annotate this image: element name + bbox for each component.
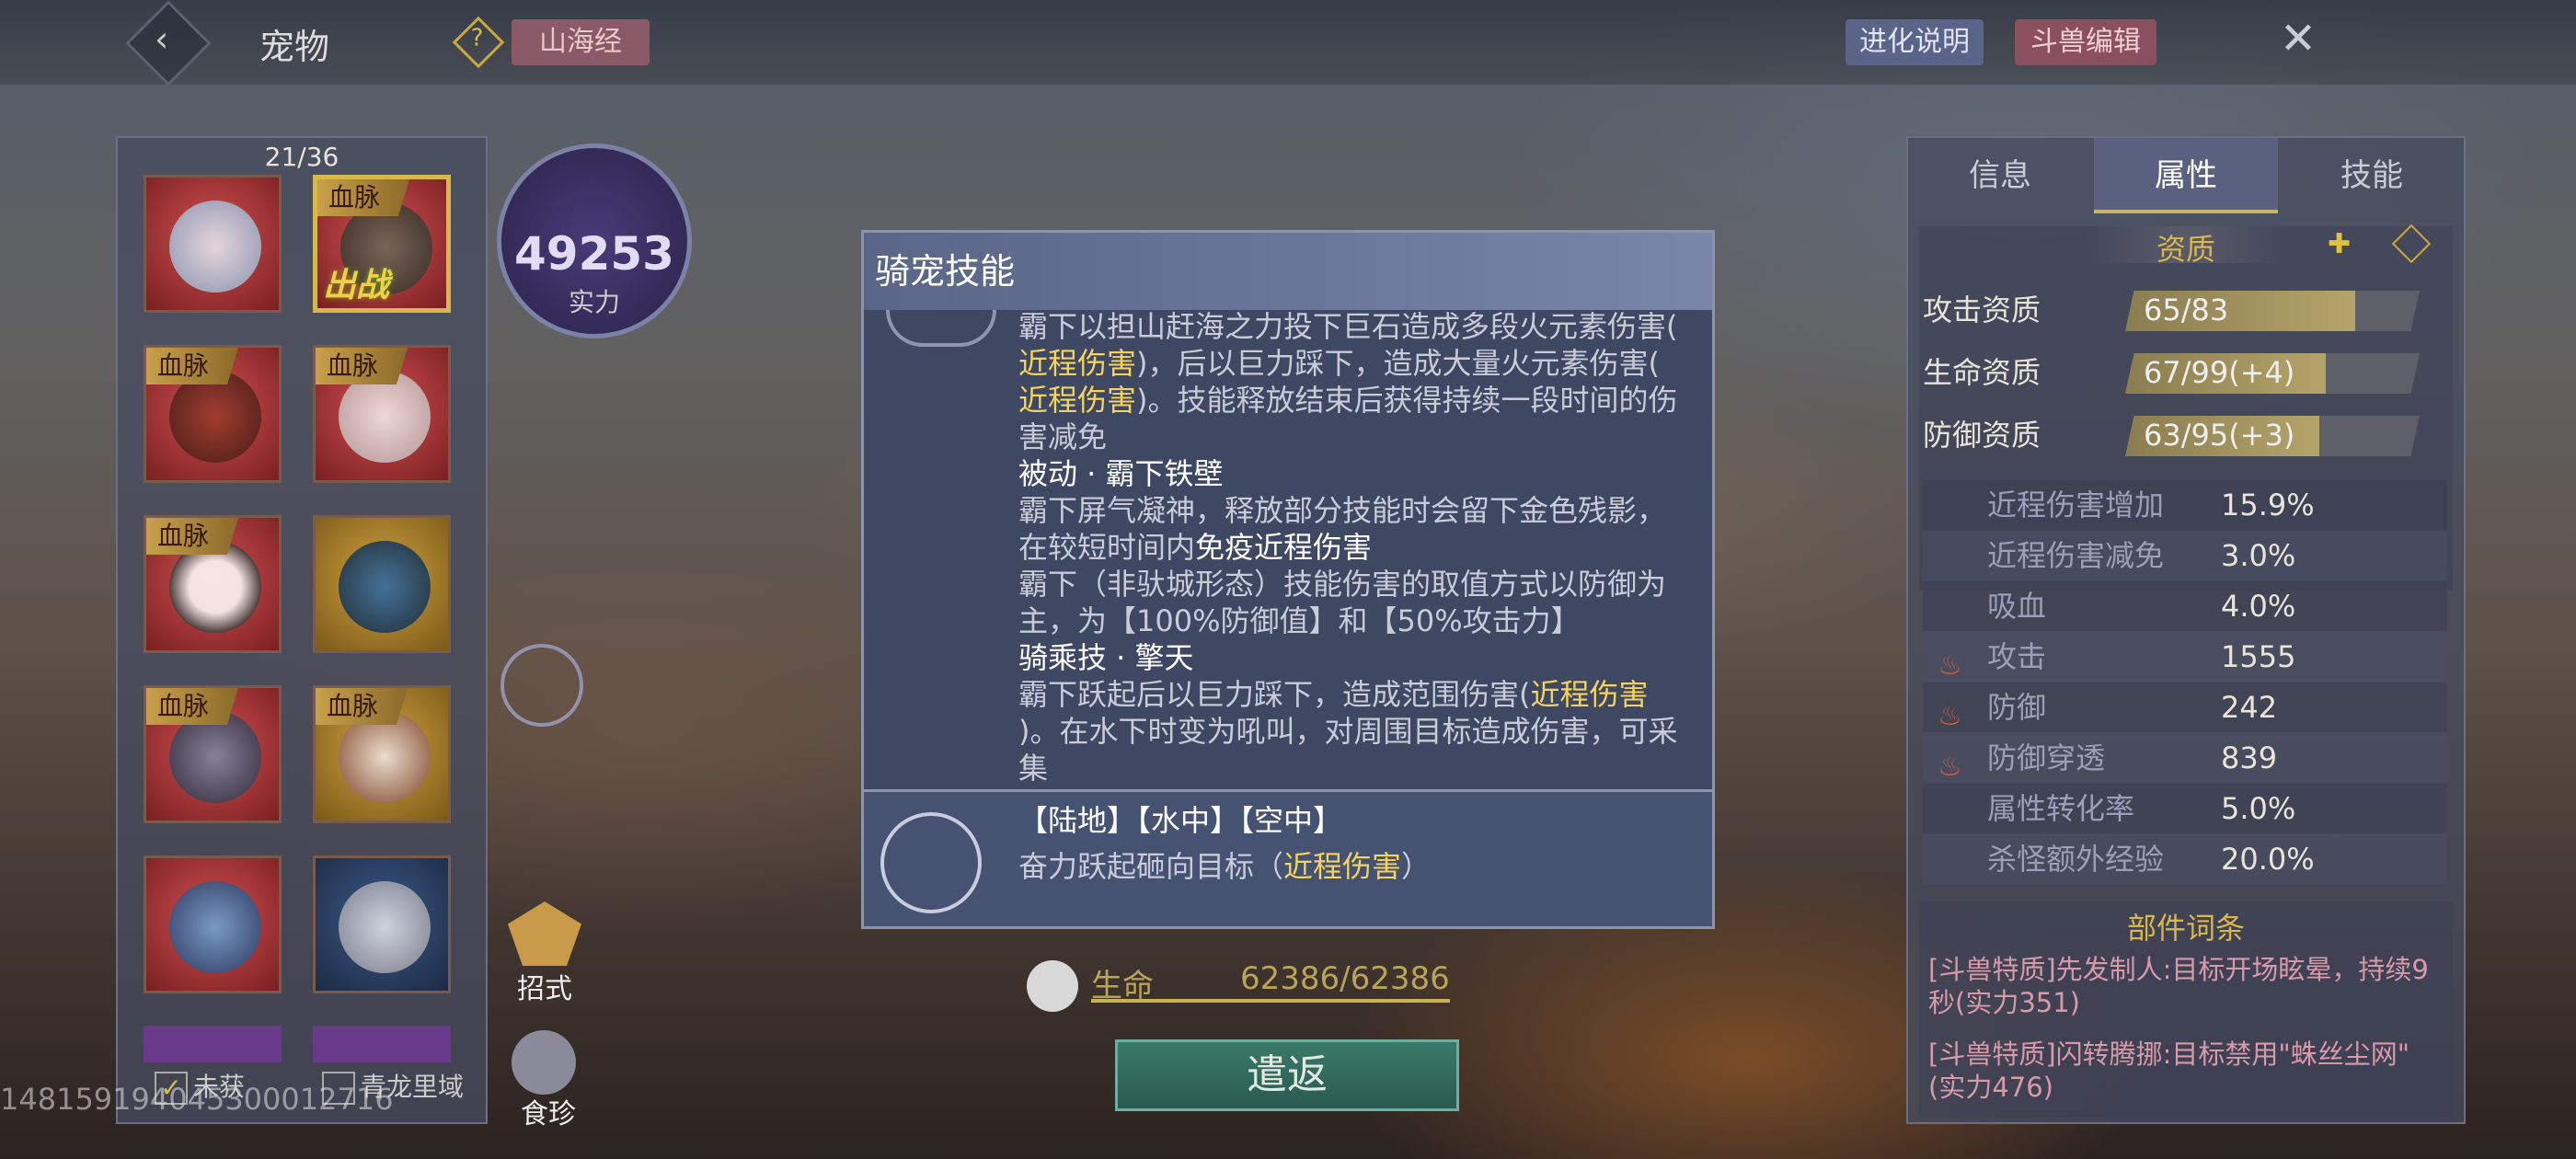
skill-2-desc: 奋力跃起砸向目标（近程伤害）	[1018, 849, 1432, 884]
pet-slot[interactable]	[144, 175, 282, 313]
bloodline-badge: 血脉	[316, 688, 408, 725]
mount-skill-modal: 骑宠技能 霸下以担山赶海之力投下巨石造成多段火元素伤害( 近程伤害)，后以巨力踩…	[861, 230, 1715, 929]
tab-attributes[interactable]: 属性	[2094, 138, 2278, 213]
attribute-panel: 信息 属性 技能 资质 ✚ 攻击资质 65/83 生命资质 67/99(+4) 防御…	[1906, 136, 2466, 1124]
pet-portrait	[169, 371, 261, 463]
hp-bar	[1091, 999, 1450, 1003]
pet-slot-selected[interactable]: 血脉出战	[313, 175, 451, 313]
attr-row: 近程伤害增加 15.9%	[1923, 480, 2447, 530]
deployed-label: 出战	[323, 267, 390, 304]
pet-slot[interactable]: 血脉	[144, 345, 282, 483]
shanhaijing-button[interactable]: 山海经	[512, 19, 650, 65]
add-icon[interactable]: ✚	[2328, 228, 2351, 260]
skill-description: 霸下以担山赶海之力投下巨石造成多段火元素伤害( 近程伤害)，后以巨力踩下，造成大…	[1018, 308, 1699, 786]
aptitude-title: 资质	[2085, 226, 2287, 267]
beast-edit-button[interactable]: 斗兽编辑	[2015, 19, 2156, 65]
aptitude-row: 生命资质 67/99(+4)	[1923, 348, 2447, 397]
passive-skill-title: 被动 · 霸下铁壁	[1018, 456, 1224, 491]
pet-slot[interactable]: 血脉	[144, 685, 282, 823]
power-emblem: 49253 实力	[497, 143, 692, 339]
user-id: 14815919404530001271​6	[0, 1082, 394, 1117]
pet-slot[interactable]: 血脉	[313, 345, 451, 483]
food-label: 食珍	[521, 1098, 576, 1130]
pet-slot[interactable]	[313, 515, 451, 653]
help-button[interactable]: ?	[452, 16, 505, 69]
parts-title: 部件词条	[2126, 911, 2245, 946]
skill-section-2: 【陆地】【水中】【空中】 奋力跃起砸向目标（近程伤害）	[864, 789, 1712, 926]
pet-portrait	[169, 881, 261, 973]
pet-portrait	[339, 711, 431, 803]
pet-slot[interactable]: 血脉	[313, 685, 451, 823]
back-arrow-icon: ‹	[155, 18, 169, 60]
power-label: 实力	[568, 287, 620, 317]
pet-slot[interactable]	[144, 855, 282, 993]
part-entry: [斗兽特质]先发制人:目标开场眩晕，持续9秒(实力351)	[1928, 954, 2429, 1018]
hp-value: 62386/62386	[1240, 960, 1450, 997]
pet-slot-partial[interactable]	[313, 1026, 451, 1062]
tab-info[interactable]: 信息	[1908, 138, 2092, 213]
attr-row: 吸血 4.0%	[1923, 581, 2447, 631]
modal-title: 骑宠技能	[864, 233, 1712, 310]
power-value: 49253	[514, 227, 674, 281]
pet-portrait	[339, 541, 431, 633]
pet-portrait	[169, 711, 261, 803]
skill-icon-partial	[886, 310, 996, 347]
bloodline-badge: 血脉	[317, 179, 409, 216]
pet-slot[interactable]: 血脉	[144, 515, 282, 653]
attr-row: 近程伤害减免 3.0%	[1923, 531, 2447, 580]
attr-row: 属性转化率 5.0%	[1923, 784, 2447, 833]
parts-section: 部件词条 [斗兽特质]先发制人:目标开场眩晕，持续9秒(实力351) [斗兽特质…	[1919, 901, 2453, 1117]
pet-portrait	[339, 371, 431, 463]
pet-slot-partial[interactable]	[144, 1026, 282, 1062]
tab-skills[interactable]: 技能	[2280, 138, 2464, 213]
close-icon[interactable]: ✕	[2272, 13, 2324, 64]
attr-row: ♨ 防御穿透 839	[1923, 733, 2447, 783]
pet-portrait	[169, 201, 261, 293]
release-button[interactable]: 遣返	[1115, 1039, 1459, 1111]
aptitude-row: 防御资质 63/95(+3)	[1923, 410, 2447, 460]
bloodline-badge: 血脉	[146, 518, 238, 555]
page-title: 宠物	[259, 27, 330, 67]
bloodline-badge: 血脉	[146, 348, 238, 384]
pet-portrait	[339, 881, 431, 973]
question-icon: ?	[470, 24, 484, 52]
ring-skill-icon[interactable]	[500, 644, 583, 727]
bloodline-badge: 血脉	[146, 688, 238, 725]
food-icon[interactable]	[512, 1030, 576, 1095]
part-entry: [斗兽特质]闪转腾挪:目标禁用"蛛丝尘网"(实力476)	[1928, 1039, 2410, 1103]
help-icon[interactable]	[2391, 224, 2432, 264]
moves-label: 招式	[517, 973, 572, 1005]
attr-row: ♨ 攻击 1555	[1923, 632, 2447, 682]
ride-skill-title: 骑乘技 · 擎天	[1018, 640, 1194, 675]
top-bar: ‹ 宠物 ? 山海经 进化说明 斗兽编辑 ✕	[0, 0, 2576, 86]
bloodline-badge: 血脉	[316, 348, 408, 384]
pet-portrait	[169, 541, 261, 633]
pet-list-panel: 21/36 血脉 出战 血脉 血脉 血脉 血脉 血脉 ✓ 未获 青龙里域	[116, 136, 488, 1124]
moon-skill-icon	[880, 812, 982, 913]
aptitude-row: 攻击资质 65/83	[1923, 285, 2447, 335]
evolution-info-button[interactable]: 进化说明	[1846, 19, 1984, 65]
back-button[interactable]: ‹	[125, 0, 212, 86]
attr-row: ♨ 防御 242	[1923, 683, 2447, 732]
pet-count: 21/36	[264, 142, 339, 172]
drop-icon	[1027, 960, 1078, 1012]
attr-row: 杀怪额外经验 20.0%	[1923, 834, 2447, 884]
terrain-label: 【陆地】【水中】【空中】	[1018, 803, 1343, 838]
pet-slot[interactable]	[313, 855, 451, 993]
